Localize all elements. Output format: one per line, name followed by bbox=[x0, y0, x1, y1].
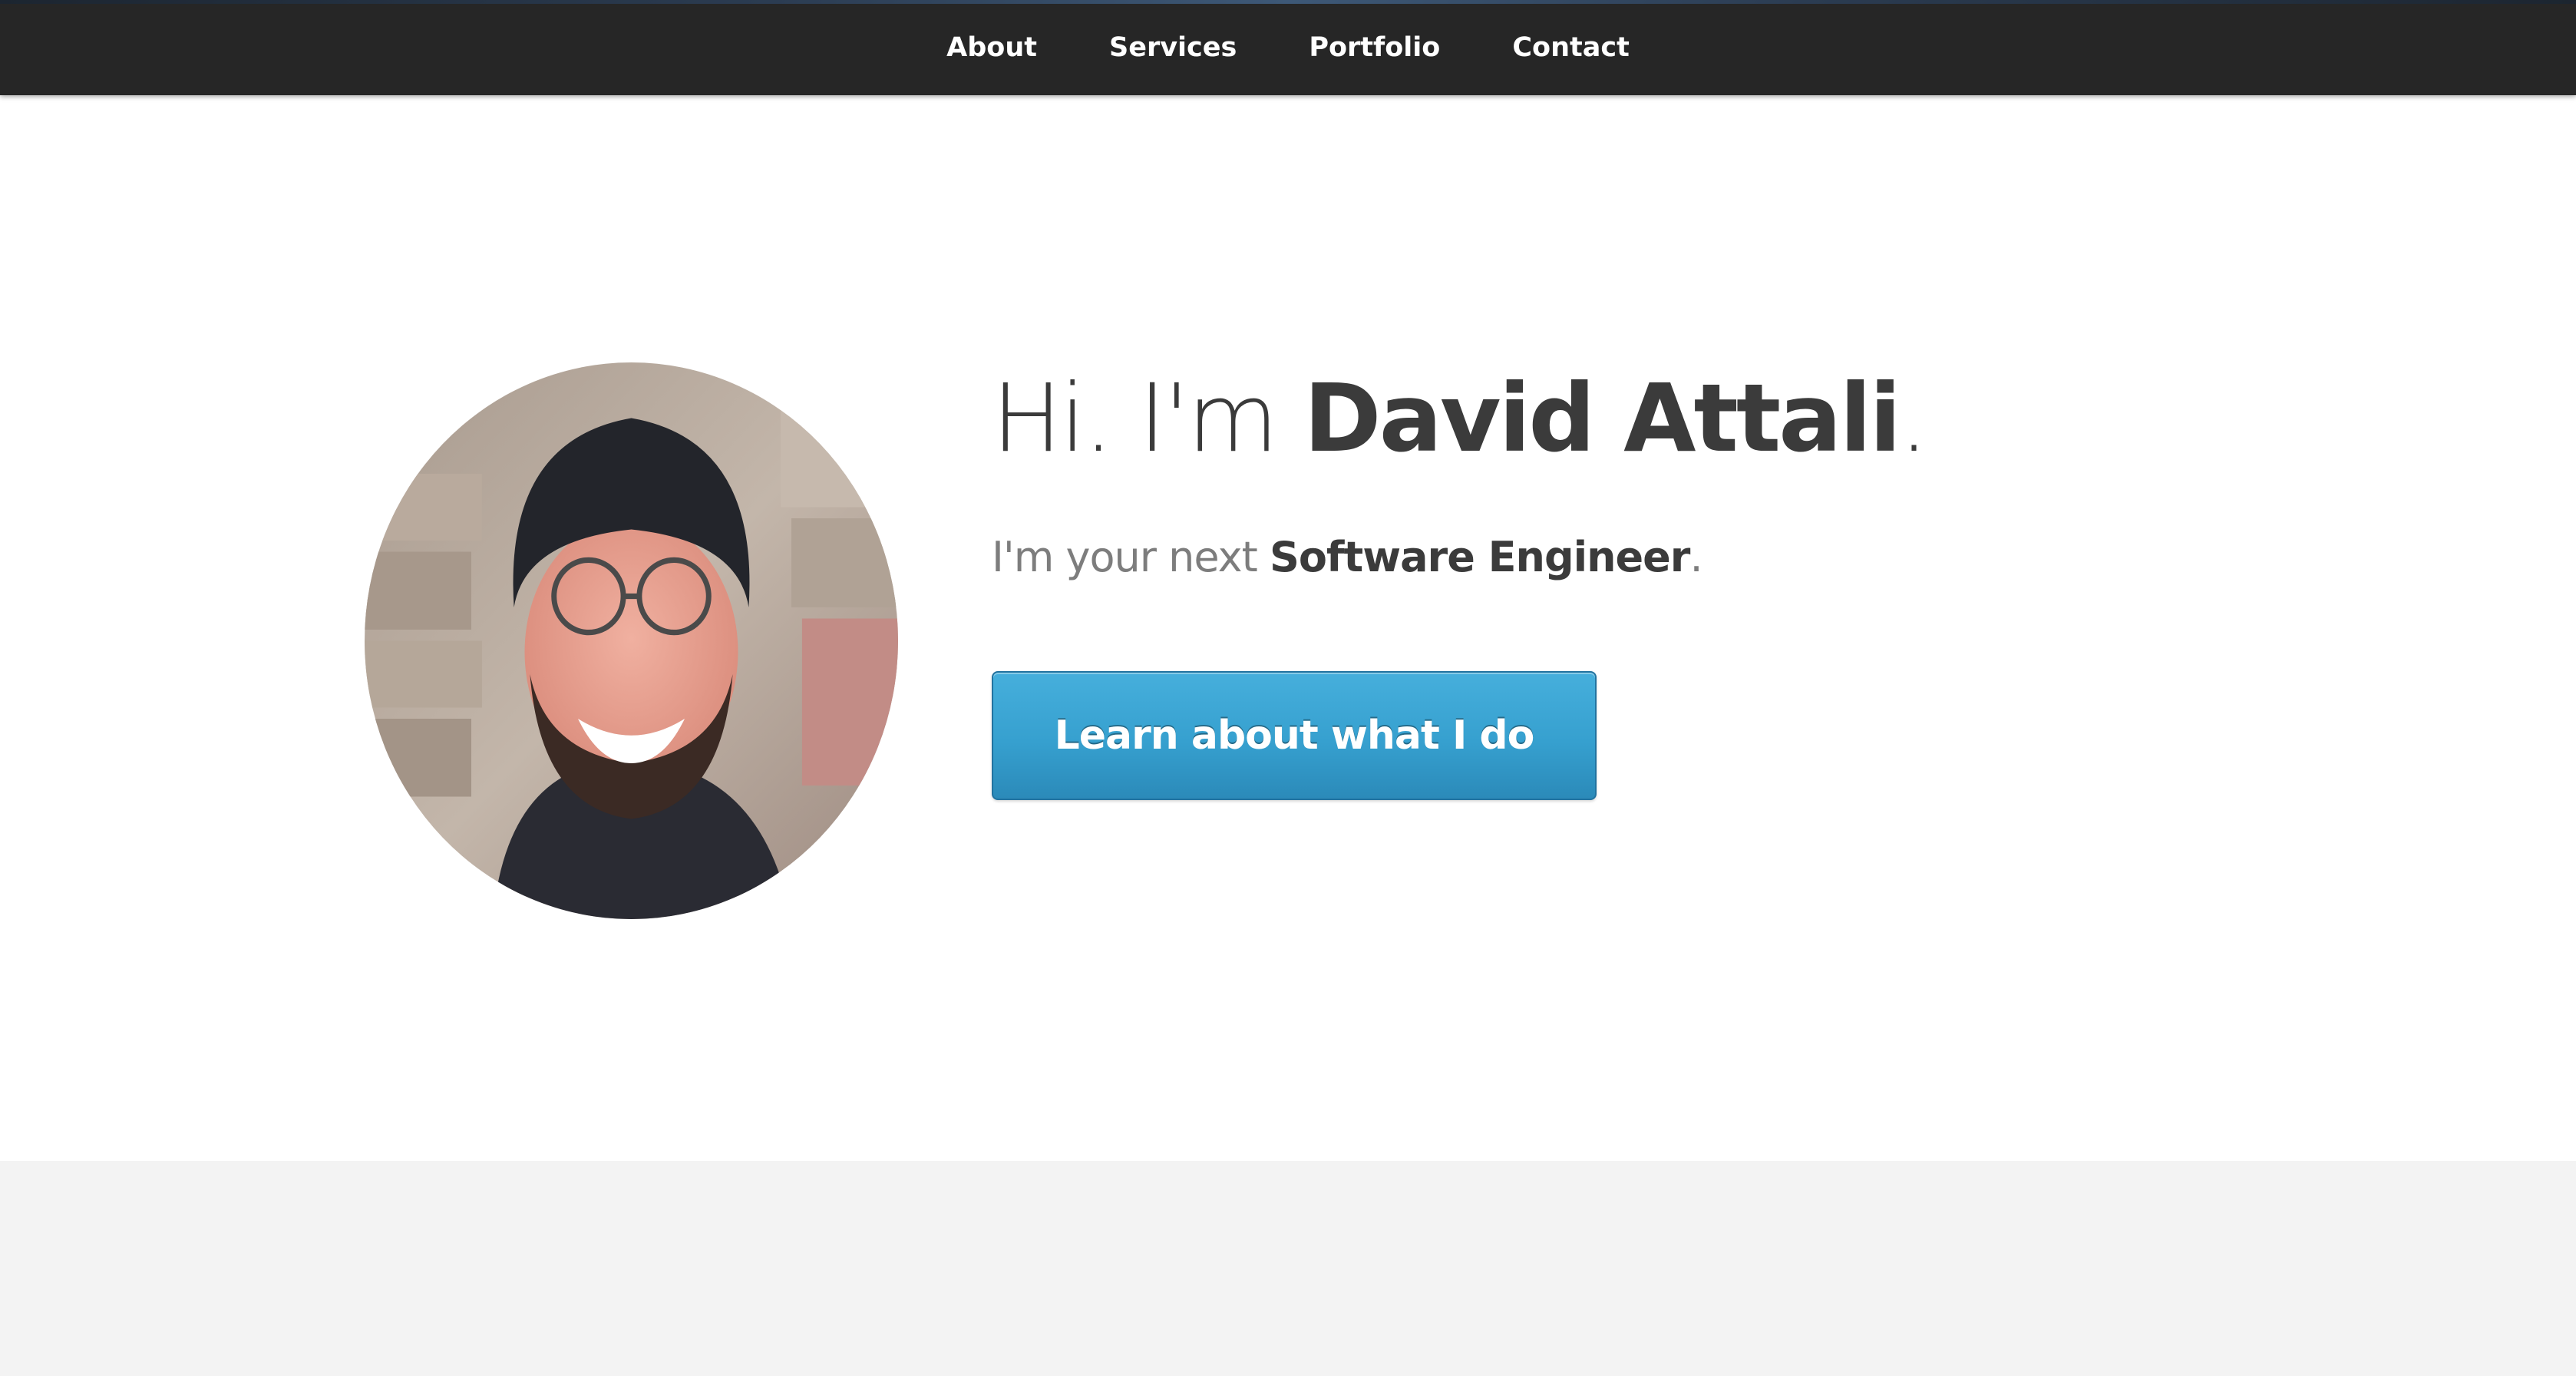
headline-greeting: Hi. I'm bbox=[992, 364, 1279, 473]
nav-link-contact[interactable]: Contact bbox=[1476, 32, 1665, 63]
tagline-prefix: I'm your next bbox=[992, 533, 1258, 581]
nav-link-services[interactable]: Services bbox=[1073, 32, 1273, 63]
nav-link-about[interactable]: About bbox=[910, 32, 1073, 63]
nav-menu: About Services Portfolio Contact bbox=[0, 0, 2576, 95]
headline-name: David Attali bbox=[1303, 364, 1901, 473]
tagline-role: Software Engineer bbox=[1269, 533, 1690, 581]
top-navbar: About Services Portfolio Contact bbox=[0, 0, 2576, 95]
nav-link-portfolio[interactable]: Portfolio bbox=[1273, 32, 1476, 63]
tagline-period: . bbox=[1689, 533, 1702, 581]
next-section bbox=[0, 1161, 2576, 1376]
profile-photo bbox=[365, 362, 898, 919]
headline-period: . bbox=[1899, 364, 1929, 473]
learn-more-button[interactable]: Learn about what I do bbox=[992, 671, 1597, 800]
hero-headline: Hi. I'm David Attali. bbox=[992, 361, 1929, 476]
hero-tagline: I'm your next Software Engineer. bbox=[992, 527, 1703, 588]
